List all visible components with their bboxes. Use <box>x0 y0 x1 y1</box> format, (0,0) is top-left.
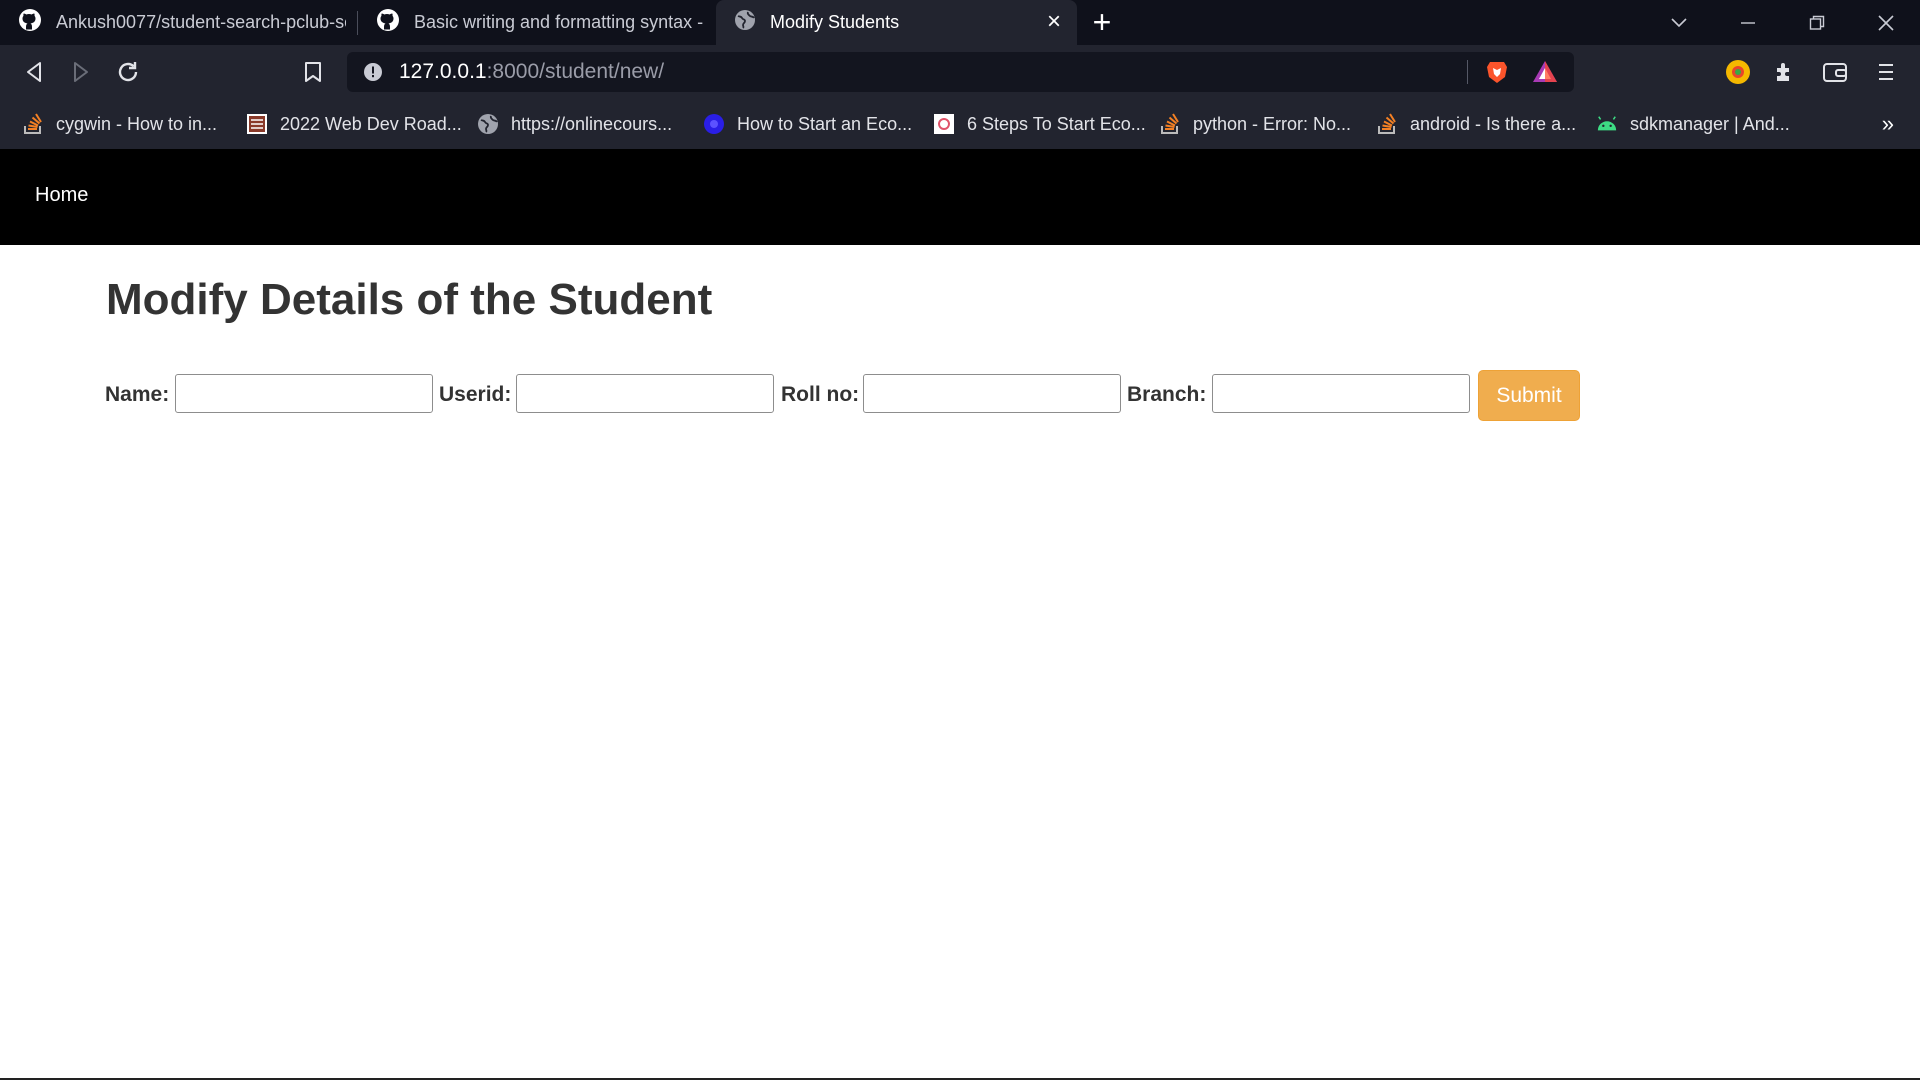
forward-icon[interactable] <box>67 58 95 86</box>
rollno-input[interactable] <box>863 374 1121 413</box>
github-icon <box>376 8 400 37</box>
stackoverflow-icon <box>1159 113 1181 135</box>
minimize-icon[interactable] <box>1713 0 1782 45</box>
bookmark-icon[interactable] <box>299 58 327 86</box>
bookmark-item[interactable]: sdkmanager | And... <box>1596 109 1790 139</box>
bookmarks-overflow-button[interactable]: » <box>1882 111 1894 137</box>
bookmark-item[interactable]: cygwin - How to in... <box>22 109 217 139</box>
url-host: 127.0.0.1 <box>399 60 487 83</box>
submit-button[interactable]: Submit <box>1478 370 1580 421</box>
tab-modify-students[interactable]: Modify Students × <box>716 0 1077 45</box>
brave-shields-icon[interactable] <box>1484 59 1510 85</box>
tab-strip: Ankush0077/student-search-pclub-sec Basi… <box>0 0 1920 45</box>
extension-icon[interactable] <box>1724 58 1752 86</box>
github-icon <box>18 8 42 37</box>
bookmark-item[interactable]: https://onlinecours... <box>477 109 672 139</box>
close-tab-icon[interactable]: × <box>1043 10 1065 34</box>
bookmark-label: android - Is there a... <box>1410 113 1577 134</box>
home-link[interactable]: Home <box>35 184 88 207</box>
address-divider <box>1467 60 1468 84</box>
bookmark-item[interactable]: 2022 Web Dev Road... <box>246 109 462 139</box>
name-label: Name: <box>105 383 170 406</box>
bookmark-item[interactable]: How to Start an Eco... <box>703 109 912 139</box>
bookmark-label: https://onlinecours... <box>511 113 673 134</box>
userid-input[interactable] <box>516 374 774 413</box>
url-path: :8000/student/new/ <box>486 60 665 83</box>
stackoverflow-icon <box>22 113 44 135</box>
bookmark-label: 6 Steps To Start Eco... <box>967 113 1146 134</box>
site-icon <box>933 113 955 135</box>
bookmark-item[interactable]: android - Is there a... <box>1376 109 1576 139</box>
stackoverflow-icon <box>1376 113 1398 135</box>
name-input[interactable] <box>175 374 433 413</box>
bookmarks-bar: cygwin - How to in... 2022 Web Dev Road.… <box>0 99 1920 149</box>
bookmark-item[interactable]: 6 Steps To Start Eco... <box>933 109 1146 139</box>
globe-icon <box>734 9 756 36</box>
menu-icon[interactable] <box>1872 58 1900 86</box>
tab-github-student-search[interactable]: Ankush0077/student-search-pclub-sec <box>0 0 358 45</box>
tab-title: Ankush0077/student-search-pclub-sec <box>56 12 346 32</box>
branch-input[interactable] <box>1212 374 1470 413</box>
rollno-label: Roll no: <box>781 383 860 406</box>
address-bar[interactable]: 127.0.0.1:8000/student/new/ <box>347 52 1574 92</box>
bookmark-label: 2022 Web Dev Road... <box>280 113 462 134</box>
tab-search-icon[interactable] <box>1644 0 1713 45</box>
bookmark-label: sdkmanager | And... <box>1630 113 1790 134</box>
site-info-icon[interactable] <box>363 62 383 82</box>
globe-icon <box>477 113 499 135</box>
site-navbar: Home <box>0 149 1920 245</box>
browser-toolbar: 127.0.0.1:8000/student/new/ <box>0 45 1920 99</box>
brave-rewards-icon[interactable] <box>1532 60 1558 84</box>
userid-label: Userid: <box>439 383 512 406</box>
close-window-icon[interactable] <box>1851 0 1920 45</box>
tab-title: Modify Students <box>770 12 900 32</box>
android-icon <box>1596 113 1618 135</box>
bookmark-label: cygwin - How to in... <box>56 113 218 134</box>
bookmark-label: python - Error: No... <box>1193 113 1352 134</box>
url-text[interactable]: 127.0.0.1:8000/student/new/ <box>399 60 664 84</box>
bookmark-item[interactable]: python - Error: No... <box>1159 109 1351 139</box>
tab-github-markdown[interactable]: Basic writing and formatting syntax - G <box>358 0 716 45</box>
tab-title: Basic writing and formatting syntax - G <box>414 12 704 32</box>
restore-icon[interactable] <box>1782 0 1851 45</box>
branch-label: Branch: <box>1127 383 1207 406</box>
extensions-puzzle-icon[interactable] <box>1771 58 1799 86</box>
window-controls <box>1644 0 1920 45</box>
page-title: Modify Details of the Student <box>106 275 713 324</box>
bookmark-label: How to Start an Eco... <box>737 113 913 134</box>
reload-icon[interactable] <box>114 58 142 86</box>
back-icon[interactable] <box>20 58 48 86</box>
new-tab-button[interactable]: + <box>1077 0 1127 45</box>
wallet-icon[interactable] <box>1821 58 1849 86</box>
blue-circle-icon <box>703 113 725 135</box>
document-icon <box>246 113 268 135</box>
